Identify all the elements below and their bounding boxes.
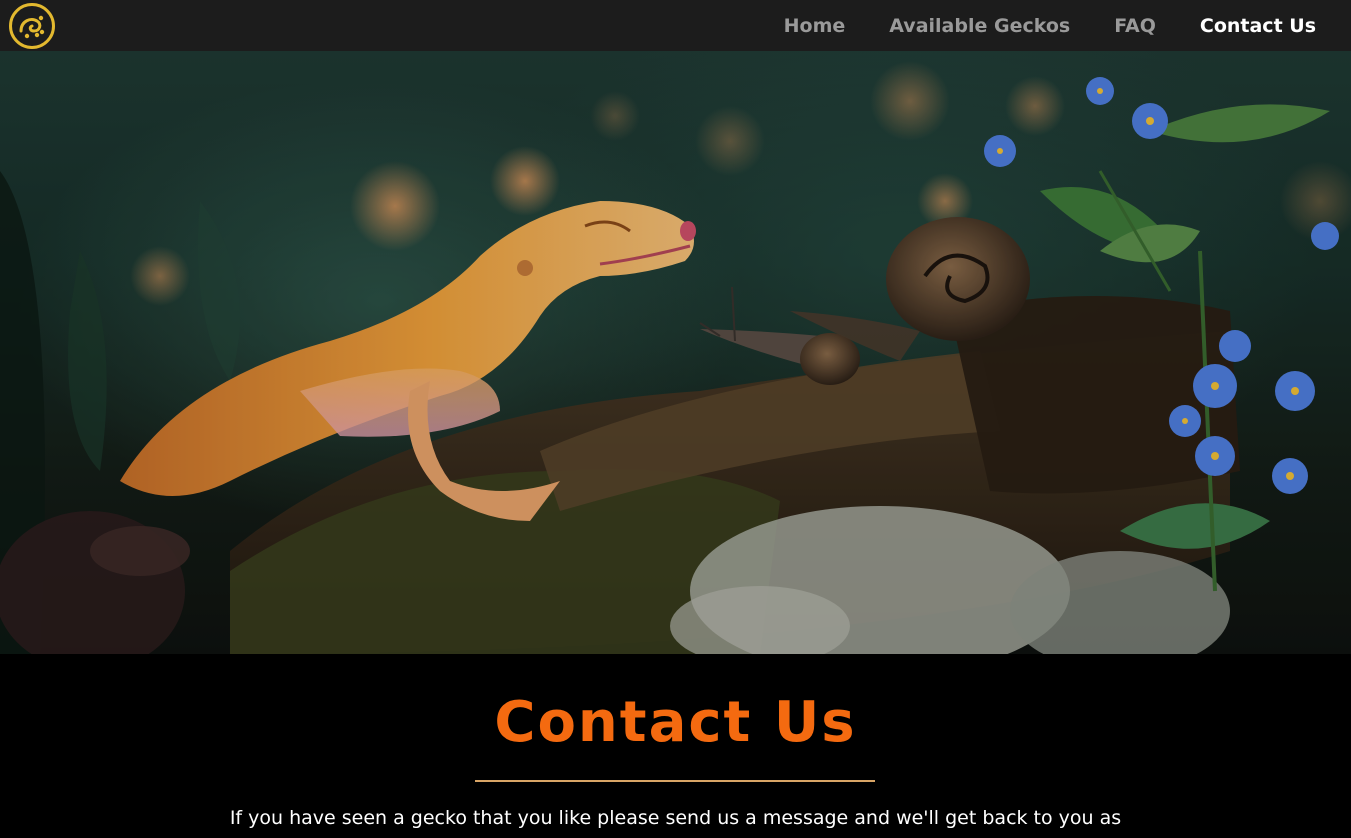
hero-image — [0, 51, 1351, 654]
nav-available-geckos-link[interactable]: Available Geckos — [889, 15, 1070, 37]
contact-intro-text: If you have seen a gecko that you like p… — [229, 807, 1122, 829]
title-divider — [475, 780, 875, 782]
contact-section: Contact Us If you have seen a gecko that… — [0, 654, 1351, 838]
nav-faq-link[interactable]: FAQ — [1114, 15, 1156, 37]
gecko-logo-icon[interactable] — [9, 3, 55, 49]
top-navbar: Home Available Geckos FAQ Contact Us — [0, 0, 1351, 51]
nav-home-link[interactable]: Home — [784, 15, 846, 37]
nav-contact-us-link[interactable]: Contact Us — [1200, 15, 1316, 37]
contact-title: Contact Us — [494, 690, 857, 755]
gecko-snail-scene — [0, 51, 1351, 654]
main-nav: Home Available Geckos FAQ Contact Us — [784, 0, 1316, 51]
